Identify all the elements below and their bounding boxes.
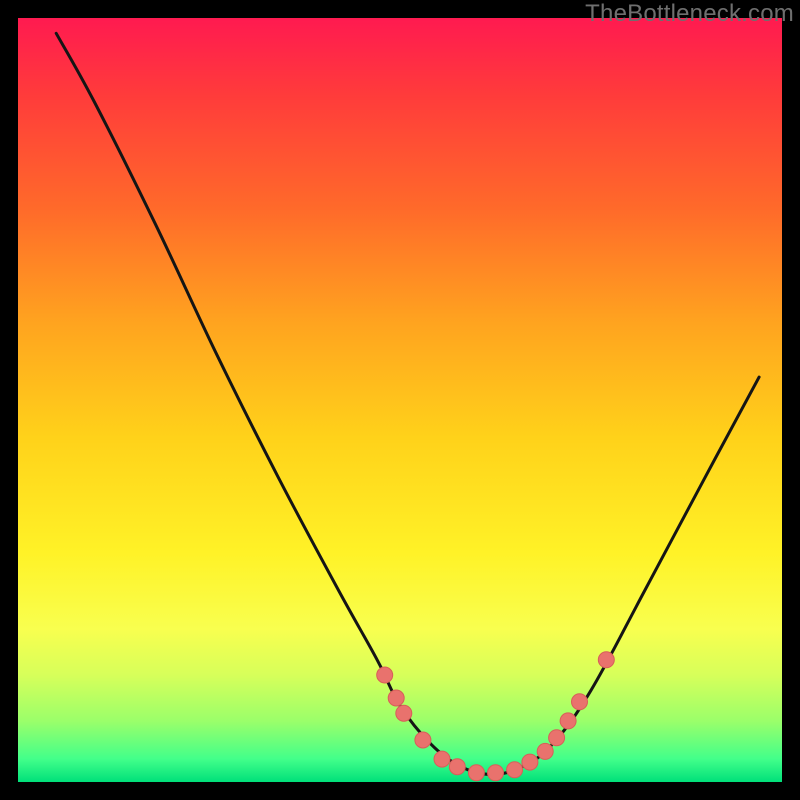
curve-dot	[449, 759, 465, 775]
curve-dot	[598, 652, 614, 668]
curve-dot	[572, 694, 588, 710]
curve-dot	[388, 690, 404, 706]
curve-dot	[507, 762, 523, 778]
curve-dot	[549, 730, 565, 746]
curve-dot	[434, 751, 450, 767]
curve-dot	[468, 765, 484, 781]
curve-dot	[377, 667, 393, 683]
chart-svg	[18, 18, 782, 782]
curve-dot	[415, 732, 431, 748]
bottleneck-curve	[56, 33, 759, 774]
curve-dots-group	[377, 652, 615, 781]
curve-dot	[522, 754, 538, 770]
curve-dot	[396, 705, 412, 721]
curve-dot	[488, 765, 504, 781]
curve-dot	[560, 713, 576, 729]
curve-dot	[537, 743, 553, 759]
